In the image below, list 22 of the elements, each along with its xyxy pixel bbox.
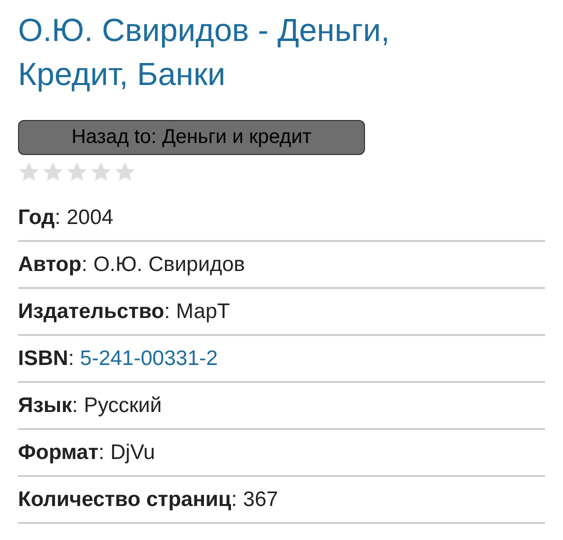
star-icon [18,161,40,183]
detail-label: Год: [18,206,61,230]
detail-label: Формат: [18,440,104,464]
star-icon [42,161,64,183]
detail-value: DjVu [110,440,156,464]
detail-label: Количество страниц: [18,488,238,512]
detail-value: Русский [84,394,162,418]
star-icon [66,161,88,183]
detail-value: О.Ю. Свиридов [93,252,245,276]
detail-value: 367 [243,488,278,512]
detail-label: ISBN: [18,346,74,370]
star-icon [90,161,112,183]
star-rating[interactable] [18,161,136,183]
isbn-link[interactable]: 5-241-00331-2 [80,346,218,370]
detail-value: МарТ [176,300,230,324]
page-title: О.Ю. Свиридов - Деньги, Кредит, Банки [18,11,391,94]
back-button[interactable]: Назад to: Деньги и кредит [18,120,365,155]
detail-label: Издательство: [18,300,170,324]
detail-label: Язык: [18,394,78,418]
detail-label: Автор: [18,252,88,276]
detail-value: 2004 [66,206,114,230]
star-icon [114,161,136,183]
